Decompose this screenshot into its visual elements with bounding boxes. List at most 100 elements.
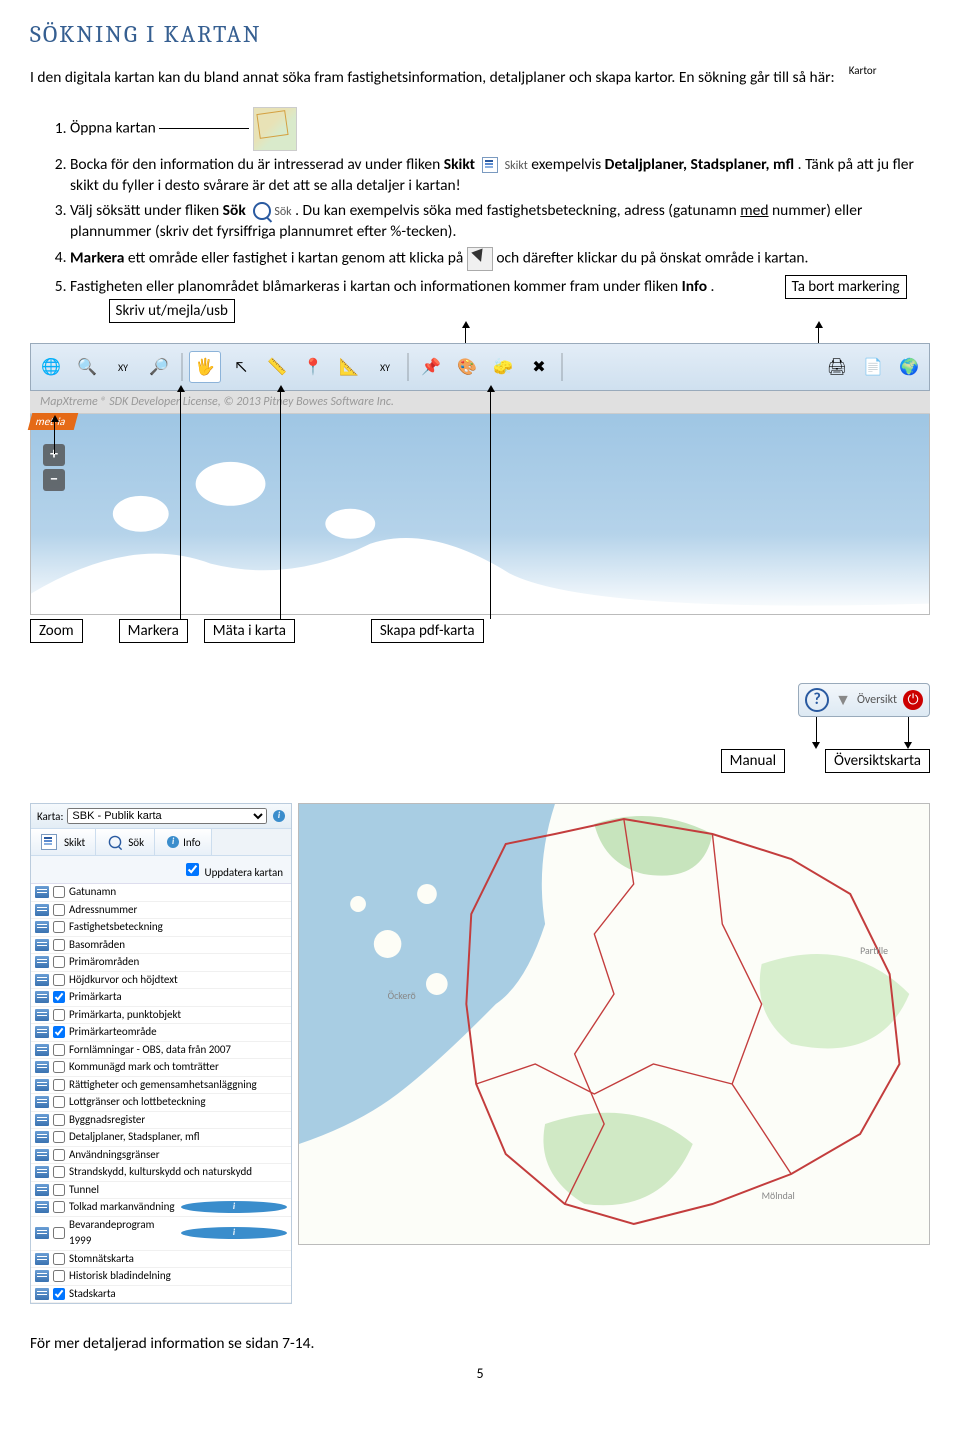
layer-checkbox[interactable] [53, 1253, 65, 1265]
tab-sok[interactable]: Sök [96, 829, 155, 855]
layer-checkbox[interactable] [53, 1044, 65, 1056]
layer-label: Historisk bladindelning [69, 1268, 287, 1285]
layer-checkbox[interactable] [53, 904, 65, 916]
search-icon [253, 202, 271, 220]
layer-checkbox[interactable] [53, 886, 65, 898]
karta-info-icon[interactable]: i [273, 810, 285, 822]
pan-icon[interactable]: 🖐 [189, 351, 221, 383]
info-icon[interactable]: i [181, 1227, 287, 1239]
step2-skikt: Skikt [444, 155, 475, 174]
pdf-icon[interactable]: 📄 [857, 351, 889, 383]
layer-label: Byggnadsregister [69, 1112, 287, 1129]
layer-stack-icon [35, 1079, 49, 1091]
layer-checkbox[interactable] [53, 1270, 65, 1282]
clear-all-icon[interactable]: ✖ [523, 351, 555, 383]
globe-icon[interactable]: 🌐 [35, 351, 67, 383]
step5-info: Info [682, 277, 707, 296]
layer-checkbox[interactable] [53, 939, 65, 951]
zoom-out-icon[interactable]: 🔎 [143, 351, 175, 383]
layer-label: Primärområden [69, 954, 287, 971]
skikt-icon [482, 157, 498, 173]
map-label-partille: Partille [860, 945, 888, 957]
layer-item: Höjdkurvor och höjdtext [31, 972, 291, 990]
layer-checkbox[interactable] [53, 991, 65, 1003]
step3-a: Välj söksätt under fliken [70, 201, 223, 220]
layer-checkbox[interactable] [53, 974, 65, 986]
layer-checkbox[interactable] [53, 1009, 65, 1021]
thumb-label: Kartor [849, 64, 877, 79]
layer-checkbox[interactable] [53, 1114, 65, 1126]
palette-icon[interactable]: 🎨 [451, 351, 483, 383]
layer-checkbox[interactable] [53, 1026, 65, 1038]
layer-item: Användningsgränser [31, 1147, 291, 1165]
karta-select[interactable]: SBK - Publik karta [67, 808, 267, 824]
layer-label: Primärkarta, punktobjekt [69, 1007, 287, 1024]
layer-item: Primärområden [31, 954, 291, 972]
layer-checkbox[interactable] [53, 1131, 65, 1143]
layer-stack-icon [35, 1026, 49, 1038]
layer-stack-icon [35, 939, 49, 951]
tab-skikt[interactable]: Skikt [31, 829, 96, 855]
step3-b: . Du kan exempelvis söka med fastighetsb… [295, 201, 740, 220]
map-area-top[interactable]: metria + − [30, 414, 930, 615]
layer-checkbox[interactable] [53, 1096, 65, 1108]
overview-label[interactable]: Översikt [857, 693, 897, 707]
print-icon[interactable]: 🖨 [821, 351, 853, 383]
earth-export-icon[interactable]: 🌍 [893, 351, 925, 383]
help-icon[interactable]: ? [805, 688, 829, 712]
layer-side-panel: Karta: SBK - Publik karta i Skikt Sök i … [30, 803, 292, 1304]
layer-label: Adressnummer [69, 902, 287, 919]
layer-label: Primärkarta [69, 989, 287, 1006]
step-1: Öppna kartan [70, 107, 930, 151]
tab-info[interactable]: i Info [155, 829, 211, 855]
step2-b: exempelvis [531, 155, 604, 174]
measure-icon[interactable]: 📐 [333, 351, 365, 383]
layer-label: Kommunägd mark och tomträtter [69, 1059, 287, 1076]
pushpin-icon[interactable]: 📌 [415, 351, 447, 383]
layer-checkbox[interactable] [53, 956, 65, 968]
zoom-out-button[interactable]: − [43, 469, 65, 491]
info-icon[interactable]: i [181, 1201, 287, 1213]
overview-bar: ? ▼ Översikt ⏻ [798, 683, 930, 717]
step-5: Fastigheten eller planområdet blåmarkera… [70, 275, 930, 324]
eraser-icon[interactable]: 🧽 [487, 351, 519, 383]
layer-item: Lottgränser och lottbeteckning [31, 1094, 291, 1112]
layer-item: Historisk bladindelning [31, 1268, 291, 1286]
layer-checkbox[interactable] [53, 1166, 65, 1178]
layer-item: Primärkarteområde [31, 1024, 291, 1042]
uppdatera-checkbox[interactable] [186, 863, 199, 876]
big-map[interactable]: MapXtreme ® SDK Developer License, © 201… [298, 803, 930, 1245]
overview-toggle-icon[interactable]: ▼ [835, 691, 851, 710]
step3-u: med [740, 201, 768, 220]
layer-checkbox[interactable] [53, 1079, 65, 1091]
layer-label: Gatunamn [69, 884, 287, 901]
page-title: SÖKNING I KARTAN [30, 20, 930, 48]
xy-zoom-icon[interactable]: XY [107, 351, 139, 383]
layer-label: Strandskydd, kulturskydd och naturskydd [69, 1164, 287, 1181]
page-number: 5 [30, 1365, 930, 1382]
layer-checkbox[interactable] [53, 1061, 65, 1073]
pin-person-icon[interactable]: 📍 [297, 351, 329, 383]
step5-b: . [711, 277, 715, 296]
layer-checkbox[interactable] [53, 1184, 65, 1196]
xy-point-icon[interactable]: XY [369, 351, 401, 383]
step4-a: ett område eller fastighet i kartan geno… [128, 248, 467, 267]
layer-stack-icon [35, 1288, 49, 1300]
layer-checkbox[interactable] [53, 1288, 65, 1300]
layer-stack-icon [35, 1009, 49, 1021]
layer-item: Basområden [31, 937, 291, 955]
skikt-icon [41, 834, 57, 850]
layer-item: Gatunamn [31, 884, 291, 902]
layer-label: Stomnätskarta [69, 1251, 287, 1268]
layer-checkbox[interactable] [53, 921, 65, 933]
callout-manual: Manual [721, 749, 785, 773]
zoom-in-icon[interactable]: 🔍 [71, 351, 103, 383]
layer-checkbox[interactable] [53, 1201, 65, 1213]
select-arrow-icon[interactable]: ↖ [225, 351, 257, 383]
layer-checkbox[interactable] [53, 1227, 65, 1239]
layer-checkbox[interactable] [53, 1149, 65, 1161]
layer-item: Primärkarta, punktobjekt [31, 1007, 291, 1025]
ruler-icon[interactable]: 📏 [261, 351, 293, 383]
map-label-ockero: Öckerö [388, 990, 416, 1002]
power-icon[interactable]: ⏻ [903, 690, 923, 710]
